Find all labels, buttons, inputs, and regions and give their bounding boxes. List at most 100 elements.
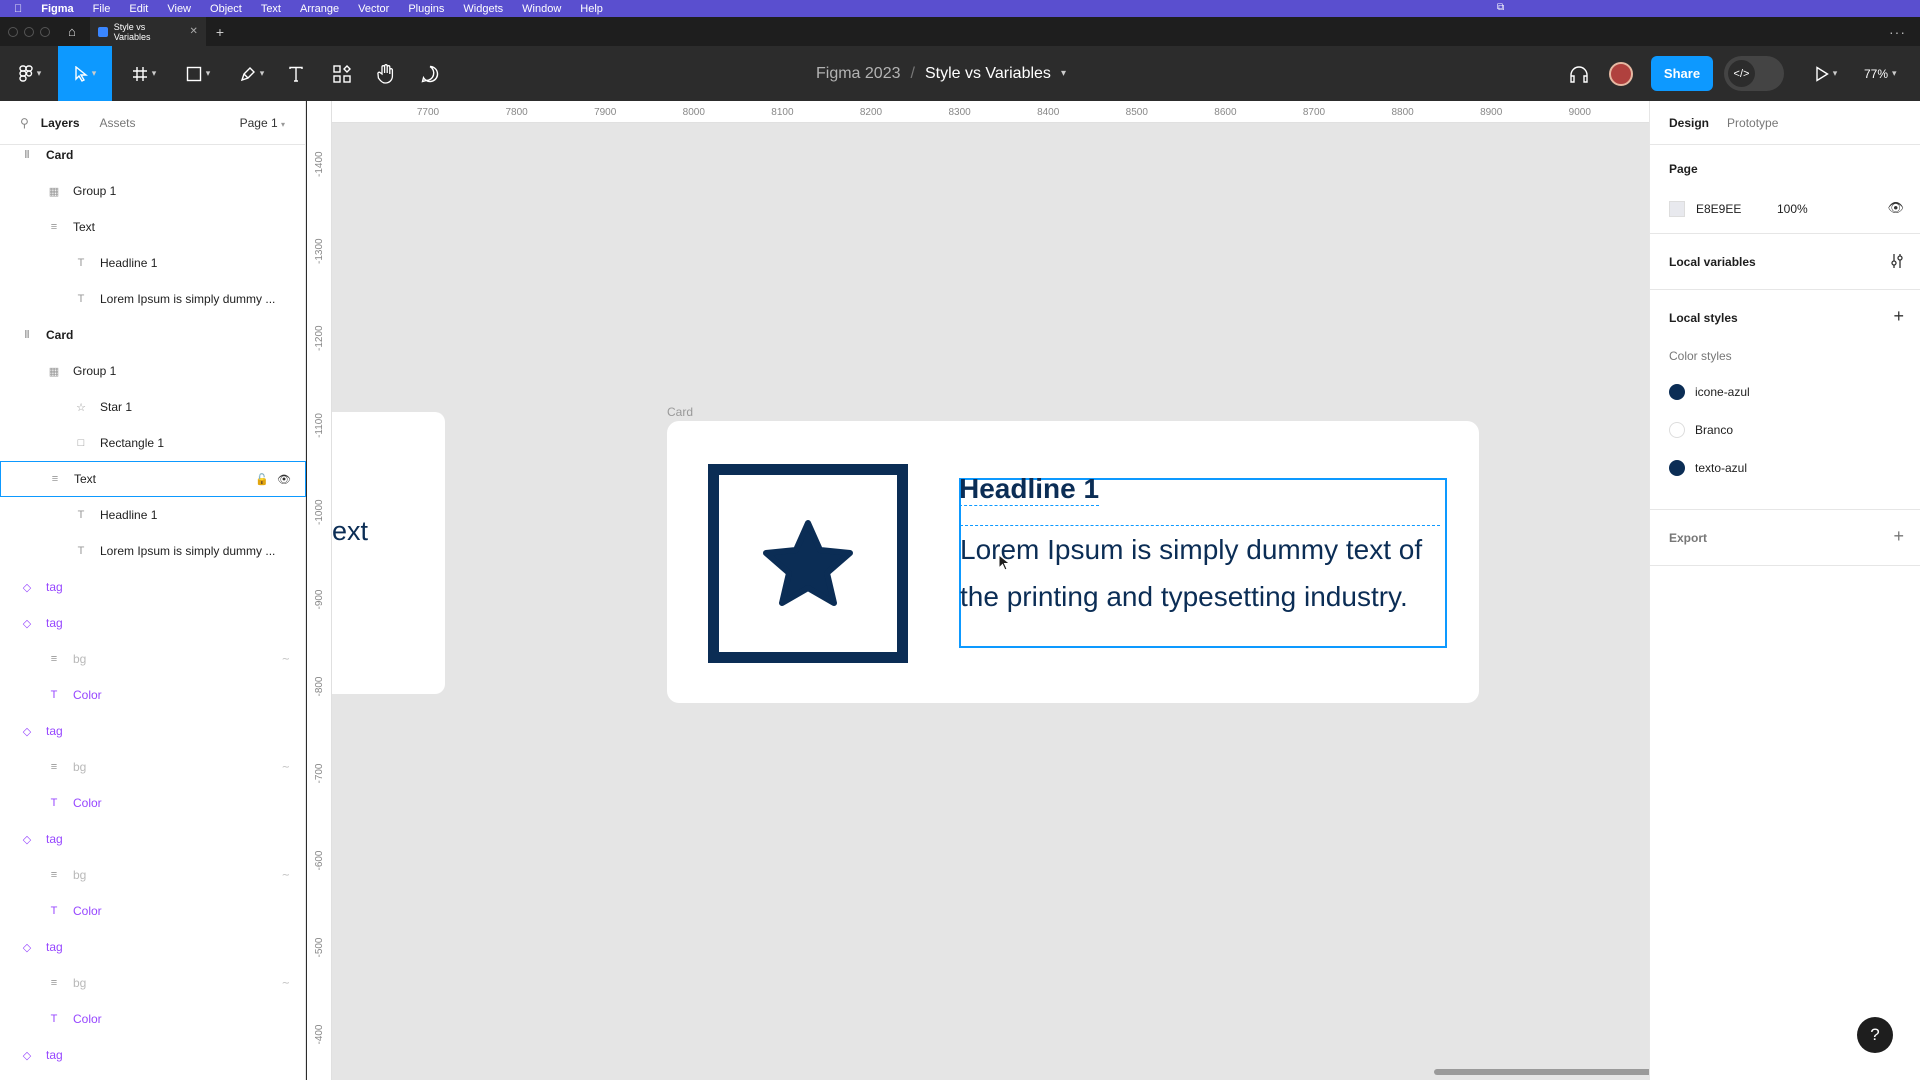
resources-tool[interactable]	[330, 46, 354, 101]
menu-plugins[interactable]: Plugins	[408, 3, 444, 15]
horizontal-scrollbar[interactable]	[1434, 1069, 1649, 1075]
tab-layers[interactable]: Layers	[41, 116, 80, 130]
layer-row[interactable]: ≡ bg ∼	[0, 965, 306, 1001]
menu-help[interactable]: Help	[580, 3, 603, 15]
partial-card-frame[interactable]: ext	[332, 412, 445, 694]
file-name[interactable]: Style vs Variables	[925, 65, 1051, 83]
layer-row[interactable]: T Color	[0, 893, 306, 929]
zoom-menu[interactable]: 77% ▾	[1864, 46, 1897, 101]
tab-document[interactable]: Style vs Variables ✕	[89, 17, 206, 46]
menu-vector[interactable]: Vector	[358, 3, 389, 15]
layer-row[interactable]: T Headline 1	[0, 245, 306, 281]
layer-row[interactable]: ◇ tag	[0, 569, 306, 605]
chevron-down-icon[interactable]: ▾	[1061, 68, 1066, 79]
menu-edit[interactable]: Edit	[129, 3, 148, 15]
color-style-item[interactable]: Branco	[1669, 422, 1733, 438]
main-menu-button[interactable]: ▾	[12, 46, 48, 101]
eye-icon[interactable]: 👁	[277, 473, 291, 486]
pen-tool[interactable]: ▾	[232, 46, 272, 101]
home-icon[interactable]: ⌂	[68, 24, 76, 39]
layer-row[interactable]: T Color	[0, 1001, 306, 1037]
local-variables-section[interactable]: Local variables	[1650, 234, 1920, 290]
tab-assets[interactable]: Assets	[100, 116, 136, 130]
layer-row[interactable]: ☆ Star 1	[0, 389, 306, 425]
comment-tool[interactable]	[418, 46, 442, 101]
unlock-icon[interactable]: 🔓	[255, 473, 269, 486]
tab-design[interactable]: Design	[1669, 116, 1709, 130]
menu-app-name[interactable]: Figma	[41, 3, 73, 15]
figma-status-icon[interactable]: ⧉	[1497, 2, 1504, 13]
avatar[interactable]	[1609, 62, 1633, 86]
star-icon[interactable]	[762, 519, 854, 608]
page-selector[interactable]: Page 1 ▾	[240, 116, 285, 130]
body-text[interactable]: Lorem Ipsum is simply dummy text of the …	[960, 525, 1440, 620]
layer-row[interactable]: ▦ Group 1	[0, 173, 306, 209]
page-opacity-value[interactable]: 100%	[1777, 202, 1808, 216]
frame-label[interactable]: Card	[667, 405, 693, 419]
layer-row[interactable]: ◇ tag	[0, 713, 306, 749]
variables-settings-icon[interactable]	[1890, 253, 1904, 269]
text-tool[interactable]	[284, 46, 308, 101]
layer-row[interactable]: ◇ tag	[0, 929, 306, 965]
file-title[interactable]: Figma 2023 / Style vs Variables ▾	[816, 46, 1066, 101]
layer-row[interactable]: ‖ Card	[0, 137, 306, 173]
page-color-value[interactable]: E8E9EE	[1696, 202, 1741, 216]
layer-row[interactable]: ≡ Text	[0, 209, 306, 245]
rectangle-1[interactable]	[708, 464, 908, 663]
menu-window[interactable]: Window	[522, 3, 561, 15]
audio-button[interactable]	[1564, 46, 1594, 101]
zoom-window-icon[interactable]	[40, 26, 50, 37]
add-style-icon[interactable]: +	[1893, 306, 1904, 327]
headline-text[interactable]: Headline 1	[959, 473, 1100, 506]
hidden-icon[interactable]: ∼	[282, 870, 290, 881]
color-style-item[interactable]: icone-azul	[1669, 384, 1750, 400]
export-section[interactable]: Export +	[1650, 510, 1920, 566]
hidden-icon[interactable]: ∼	[282, 762, 290, 773]
layer-row[interactable]: ≡ bg ∼	[0, 749, 306, 785]
layer-row[interactable]: T Color	[0, 785, 306, 821]
add-export-icon[interactable]: +	[1893, 526, 1904, 547]
hand-tool[interactable]	[374, 46, 398, 101]
layer-row[interactable]: T Headline 1	[0, 497, 306, 533]
present-button[interactable]: ▾	[1806, 46, 1846, 101]
frame-tool[interactable]: ▾	[124, 46, 164, 101]
more-icon[interactable]: ···	[1889, 24, 1906, 40]
canvas[interactable]: 7700 7800 7900 8000 8100 8200 8300 8400 8500 8600…	[307, 101, 1649, 1080]
team-name[interactable]: Figma 2023	[816, 65, 901, 83]
layer-row[interactable]: □ Rectangle 1	[0, 425, 306, 461]
color-style-item[interactable]: texto-azul	[1669, 460, 1747, 476]
share-button[interactable]: Share	[1651, 56, 1713, 91]
hidden-icon[interactable]: ∼	[282, 654, 290, 665]
menu-object[interactable]: Object	[210, 3, 242, 15]
close-tab-icon[interactable]: ✕	[189, 26, 197, 37]
layer-row[interactable]: ▦ Group 1	[0, 353, 306, 389]
card-frame[interactable]: Headline 1 Lorem Ipsum is simply dummy t…	[667, 421, 1479, 703]
layer-row[interactable]: ≡ Text 🔓 👁	[0, 461, 306, 497]
layer-row[interactable]: ≡ bg ∼	[0, 641, 306, 677]
layer-row[interactable]: ‖ Card	[0, 317, 306, 353]
menu-view[interactable]: View	[167, 3, 191, 15]
layer-row[interactable]: T Lorem Ipsum is simply dummy ...	[0, 281, 306, 317]
hidden-icon[interactable]: ∼	[282, 978, 290, 989]
layer-row[interactable]: T Color	[0, 677, 306, 713]
menu-file[interactable]: File	[93, 3, 111, 15]
search-icon[interactable]: ⚲	[20, 116, 29, 130]
minimize-window-icon[interactable]	[24, 26, 34, 37]
new-tab-icon[interactable]: +	[216, 24, 224, 40]
layer-row[interactable]: ◇ tag	[0, 1037, 306, 1073]
layer-row[interactable]: T Lorem Ipsum is simply dummy ...	[0, 533, 306, 569]
eye-icon[interactable]: 👁	[1887, 200, 1904, 216]
help-button[interactable]: ?	[1857, 1017, 1893, 1053]
layer-row[interactable]: ≡ bg ∼	[0, 857, 306, 893]
layer-row[interactable]: ◇ tag	[0, 605, 306, 641]
tab-prototype[interactable]: Prototype	[1727, 116, 1778, 130]
dev-mode-toggle[interactable]: </>	[1724, 56, 1784, 91]
page-color-swatch[interactable]	[1669, 201, 1685, 217]
close-window-icon[interactable]	[8, 26, 18, 37]
layer-row[interactable]: ◇ tag	[0, 821, 306, 857]
menu-widgets[interactable]: Widgets	[463, 3, 503, 15]
apple-icon[interactable]: 	[14, 3, 22, 15]
move-tool[interactable]: ▾	[58, 46, 112, 101]
menu-text[interactable]: Text	[261, 3, 281, 15]
shape-tool[interactable]: ▾	[178, 46, 218, 101]
